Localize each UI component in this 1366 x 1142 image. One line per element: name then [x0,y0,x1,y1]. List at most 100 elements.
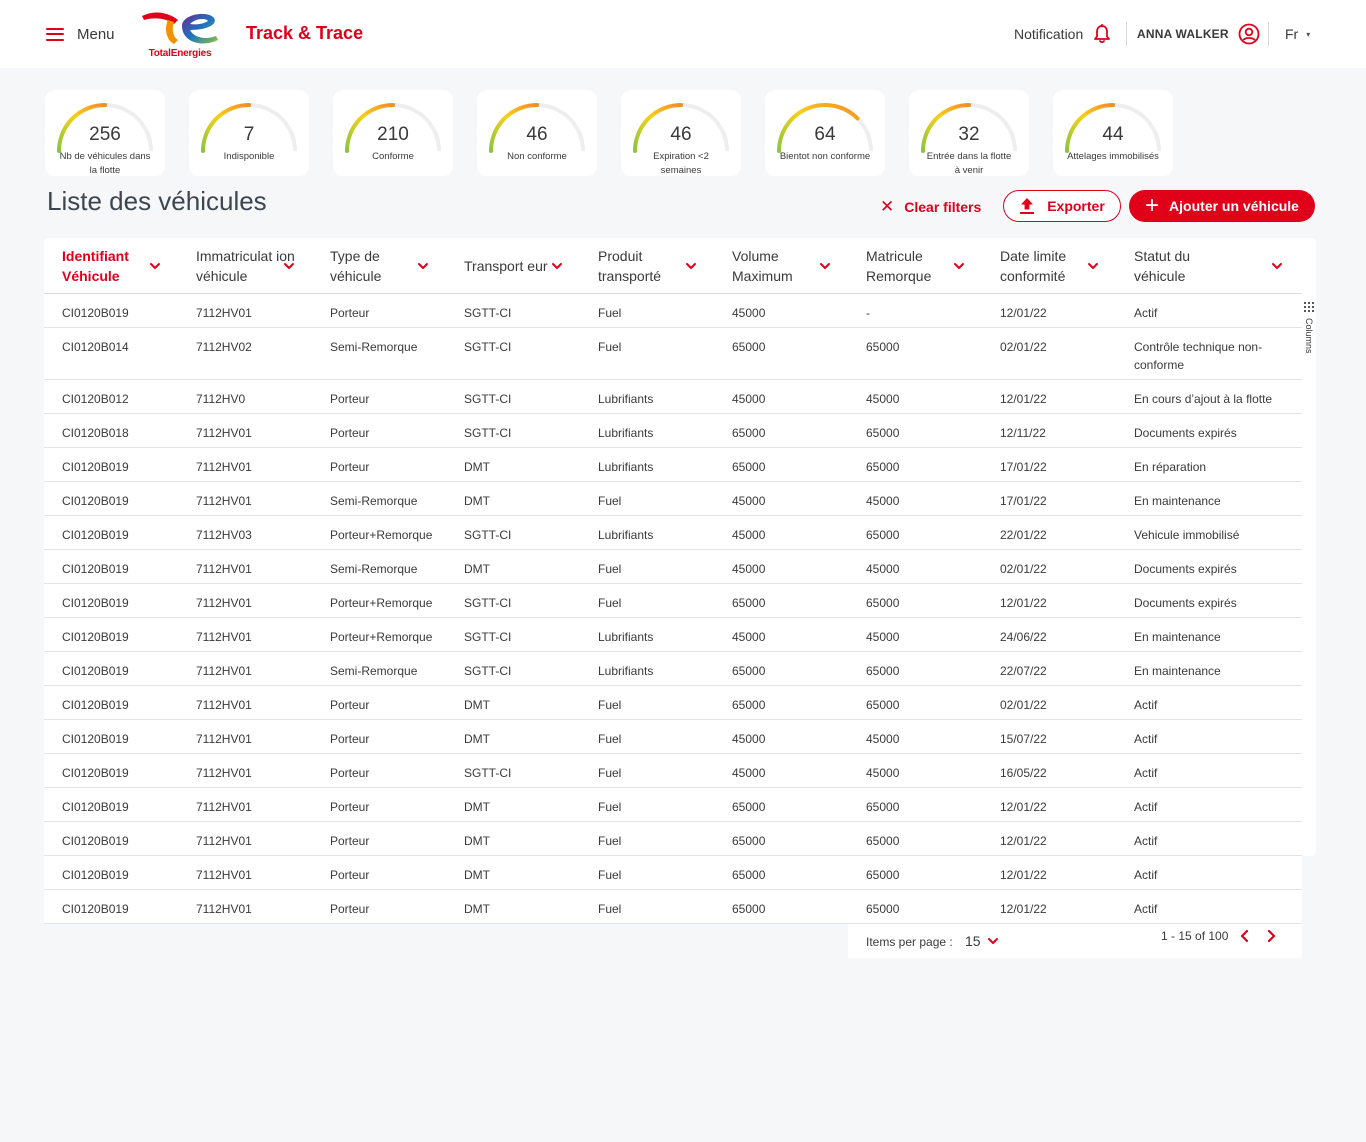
column-header[interactable]: Transport eur [464,238,590,294]
items-per-page-select[interactable]: 15 [965,933,981,949]
column-header[interactable]: Date limite conformité [1000,238,1126,294]
table-cell: 12/01/22 [1000,834,1047,848]
table-row[interactable]: CI0120B019 7112HV01 Porteur SGTT-CI Fuel 4500… [44,294,1302,328]
language-selector[interactable]: Fr ▾ [1285,26,1310,42]
table-cell: 7112HV02 [196,340,252,354]
table-cell: Porteur+Remorque [330,528,433,542]
user-menu[interactable]: ANNA WALKER [1137,23,1260,45]
table-cell: Semi-Remorque [330,340,418,354]
kpi-card[interactable]: 210 Conforme [333,90,453,176]
table-row[interactable]: CI0120B019 7112HV01 Porteur DMT Fuel 65000 650… [44,788,1302,822]
table-cell: DMT [464,562,490,576]
table-cell: 65000 [866,664,900,678]
table-cell: 12/01/22 [1000,868,1047,882]
table-cell: Fuel [598,340,622,354]
table-row[interactable]: CI0120B019 7112HV01 Semi-Remorque DMT Fuel 45… [44,550,1302,584]
table-row[interactable]: CI0120B014 7112HV02 Semi-Remorque SGTT-CI Fu… [44,328,1302,380]
table-row[interactable]: CI0120B019 7112HV01 Porteur DMT Fuel 65000 650… [44,686,1302,720]
table-cell: CI0120B019 [62,766,129,780]
table-row[interactable]: CI0120B019 7112HV01 Porteur DMT Fuel 65000 650… [44,890,1302,924]
table-row[interactable]: CI0120B019 7112HV01 Porteur DMT Fuel 65000 650… [44,822,1302,856]
chevron-down-icon[interactable] [148,260,162,272]
kpi-card[interactable]: 32 Entrée dans la flotte à venir [909,90,1029,176]
kpi-value: 210 [377,124,409,145]
table-cell: Fuel [598,800,622,814]
column-header[interactable]: Immatriculat ion véhicule [196,238,322,294]
column-header[interactable]: Produit transporté [598,238,724,294]
chevron-down-icon[interactable] [684,260,698,272]
table-cell: 7112HV01 [196,698,252,712]
column-header[interactable]: Identifiant Véhicule [62,238,188,294]
kpi-value: 46 [670,124,692,145]
top-header: Menu TotalEnergies Track & Trace Notific… [0,0,1366,68]
table-cell: 65000 [732,340,766,354]
column-header[interactable]: Statut du véhicule [1134,238,1284,294]
table-row[interactable]: CI0120B019 7112HV03 Porteur+Remorque SGTT-C… [44,516,1302,550]
chevron-left-icon[interactable] [1238,928,1252,944]
table-cell: Semi-Remorque [330,562,418,576]
menu-button[interactable]: Menu [46,22,115,46]
table-cell: CI0120B019 [62,460,129,474]
notification-button[interactable]: Notification [1014,24,1111,44]
table-cell: SGTT-CI [464,426,512,440]
table-cell: 45000 [866,630,900,644]
table-cell: CI0120B018 [62,426,129,440]
menu-label: Menu [77,25,115,43]
kpi-label: Conforme [372,151,414,162]
table-cell: Semi-Remorque [330,494,418,508]
columns-panel-toggle[interactable]: Columns [1302,302,1316,354]
totalenergies-logo[interactable]: TotalEnergies [138,6,222,62]
chevron-down-icon[interactable] [416,260,430,272]
table-row[interactable]: CI0120B019 7112HV01 Porteur DMT Lubrifiants 6… [44,448,1302,482]
kpi-card[interactable]: 46 Non conforme [477,90,597,176]
table-cell: 15/07/22 [1000,732,1047,746]
table-cell: CI0120B019 [62,562,129,576]
add-vehicle-button[interactable]: + Ajouter un véhicule [1129,190,1315,222]
table-cell: Actif [1134,902,1158,916]
export-label: Exporter [1047,198,1105,214]
chevron-down-icon[interactable] [818,260,832,272]
table-cell: 45000 [866,392,900,406]
table-cell: Contrôle technique non-conforme [1134,340,1263,372]
table-cell: Actif [1134,766,1158,780]
table-row[interactable]: CI0120B019 7112HV01 Porteur DMT Fuel 65000 650… [44,856,1302,890]
export-button[interactable]: Exporter [1003,190,1121,222]
table-cell: 17/01/22 [1000,494,1047,508]
table-row[interactable]: CI0120B019 7112HV01 Porteur SGTT-CI Fuel 4500… [44,754,1302,788]
clear-filters-button[interactable]: ✕ Clear filters [880,197,981,217]
chevron-down-icon[interactable] [952,260,966,272]
table-row[interactable]: CI0120B019 7112HV01 Porteur+Remorque SGTT-C… [44,618,1302,652]
table-row[interactable]: CI0120B018 7112HV01 Porteur SGTT-CI Lubrifia… [44,414,1302,448]
column-header[interactable]: Volume Maximum [732,238,858,294]
column-header[interactable]: Matricule Remorque [866,238,992,294]
kpi-card[interactable]: 44 Attelages immobilisés [1053,90,1173,176]
table-cell: 02/01/22 [1000,698,1047,712]
chevron-down-icon[interactable] [1086,260,1100,272]
table-row[interactable]: CI0120B019 7112HV01 Semi-Remorque SGTT-CI Lu… [44,652,1302,686]
header-divider [1126,22,1127,46]
kpi-card[interactable]: 64 Bientot non conforme [765,90,885,176]
kpi-card[interactable]: 7 Indisponible [189,90,309,176]
kpi-card[interactable]: 46 Expiration <2 semaines [621,90,741,176]
table-cell: 7112HV01 [196,494,252,508]
table-row[interactable]: CI0120B019 7112HV01 Porteur+Remorque SGTT-C… [44,584,1302,618]
table-row[interactable]: CI0120B019 7112HV01 Semi-Remorque DMT Fuel 45… [44,482,1302,516]
notification-label: Notification [1014,26,1084,42]
user-name: ANNA WALKER [1137,27,1229,41]
table-cell: 12/01/22 [1000,800,1047,814]
table-cell: 12/01/22 [1000,306,1047,320]
table-row[interactable]: CI0120B019 7112HV01 Porteur DMT Fuel 45000 450… [44,720,1302,754]
chevron-down-icon[interactable] [282,260,296,272]
chevron-down-icon[interactable] [1270,260,1284,272]
column-header[interactable]: Type de véhicule [330,238,456,294]
table-row[interactable]: CI0120B012 7112HV0 Porteur SGTT-CI Lubrifian… [44,380,1302,414]
table-cell: CI0120B019 [62,306,129,320]
table-cell: SGTT-CI [464,340,512,354]
table-cell: 45000 [732,766,766,780]
chevron-down-icon[interactable] [550,260,564,272]
chevron-down-icon[interactable] [987,936,999,946]
kpi-card[interactable]: 256 Nb de véhicules dans la flotte [45,90,165,176]
chevron-right-icon[interactable] [1264,928,1278,944]
table-cell: En maintenance [1134,494,1221,508]
table-cell: Porteur+Remorque [330,630,433,644]
